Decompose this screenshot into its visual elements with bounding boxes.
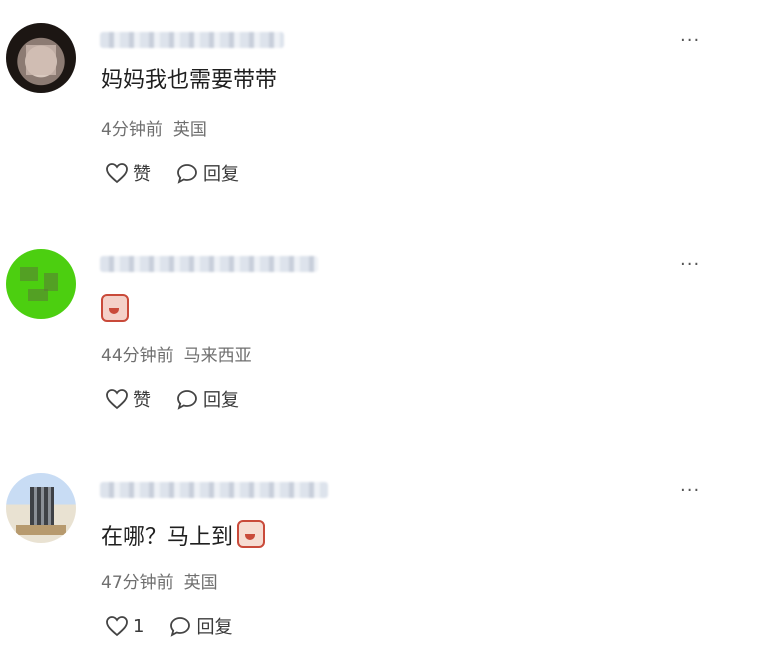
comment-time: 47分钟前: [101, 573, 174, 593]
like-button[interactable]: 赞: [105, 386, 151, 412]
speech-bubble-icon: [175, 162, 199, 184]
reply-button[interactable]: 回复: [175, 160, 239, 186]
reply-button[interactable]: 回复: [175, 386, 239, 412]
username-blurred[interactable]: [100, 482, 328, 498]
reply-label: 回复: [196, 617, 233, 638]
more-options-icon[interactable]: ···: [680, 32, 700, 50]
speech-bubble-icon: [175, 388, 199, 410]
sticker-emoji-icon: [237, 520, 266, 548]
avatar[interactable]: [6, 249, 76, 319]
comment-text: [101, 294, 129, 326]
comment-meta: 47分钟前 英国: [101, 572, 218, 594]
avatar[interactable]: [6, 23, 76, 93]
avatar-pixel-blur: [20, 267, 38, 281]
like-button[interactable]: 1: [105, 615, 144, 637]
avatar-face-blur: [26, 45, 56, 75]
comment-time: 4分钟前: [101, 120, 163, 140]
heart-icon: [105, 162, 129, 184]
reply-button[interactable]: 回复: [168, 613, 232, 639]
reply-label: 回复: [203, 164, 239, 185]
comment-location: 英国: [172, 120, 207, 140]
comment-actions: 1 回复: [105, 613, 232, 639]
avatar[interactable]: [6, 473, 76, 543]
comment-text: 妈妈我也需要带带: [101, 68, 278, 93]
comment-text: 在哪？马上到: [101, 520, 266, 552]
username-blurred[interactable]: [100, 32, 284, 48]
more-options-icon[interactable]: ···: [680, 482, 700, 500]
heart-icon: [105, 615, 129, 637]
comment-actions: 赞 回复: [105, 160, 239, 186]
avatar-tower-image: [30, 487, 54, 527]
like-label: 赞: [133, 390, 151, 411]
comment-time: 44分钟前: [101, 346, 174, 366]
reply-label: 回复: [203, 390, 239, 411]
username-blurred[interactable]: [100, 256, 318, 272]
heart-icon: [105, 388, 129, 410]
speech-bubble-icon: [168, 615, 192, 637]
more-options-icon[interactable]: ···: [680, 256, 700, 274]
like-label: 赞: [133, 164, 151, 185]
like-button[interactable]: 赞: [105, 160, 151, 186]
comment-location: 英国: [183, 573, 218, 593]
comment-meta: 4分钟前 英国: [101, 119, 207, 141]
comment-meta: 44分钟前 马来西亚: [101, 345, 252, 367]
sticker-emoji-icon: [101, 294, 129, 322]
avatar-ground-image: [16, 525, 66, 535]
comment-location: 马来西亚: [183, 346, 252, 366]
comment-actions: 赞 回复: [105, 386, 239, 412]
comment-text-content: 在哪？马上到: [101, 525, 234, 550]
like-count: 1: [133, 615, 145, 637]
avatar-pixel-blur: [28, 289, 48, 301]
